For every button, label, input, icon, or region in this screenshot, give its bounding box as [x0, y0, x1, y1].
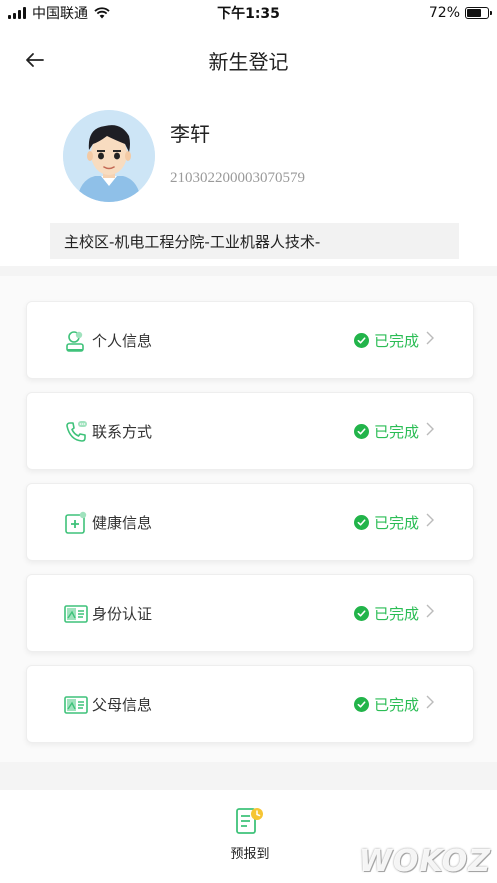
status-badge: 已完成	[353, 603, 419, 624]
chevron-right-icon	[426, 513, 434, 527]
status-badge: 已完成	[353, 330, 419, 351]
carrier-label: 中国联通	[32, 6, 88, 22]
phone-chat-icon	[66, 421, 87, 442]
health-plus-icon	[65, 511, 87, 534]
wifi-icon	[94, 7, 110, 19]
department-path: 主校区-机电工程分院-工业机器人技术-	[50, 223, 459, 259]
status-text: 已完成	[373, 605, 419, 623]
status-bar: 中国联通 下午1:35 72%	[0, 0, 497, 26]
item-contact-info[interactable]: 联系方式 已完成	[26, 392, 474, 470]
pre-report-tab[interactable]: 预报到	[218, 805, 282, 865]
chevron-right-icon	[426, 422, 434, 436]
item-label: 个人信息	[92, 332, 153, 350]
id-card-icon	[64, 605, 88, 623]
status-text: 已完成	[373, 332, 419, 350]
pre-report-label: 预报到	[230, 847, 270, 862]
check-circle-icon	[353, 333, 369, 348]
person-icon	[66, 331, 84, 352]
status-text: 已完成	[373, 696, 419, 714]
bottom-divider	[0, 762, 497, 790]
check-circle-icon	[353, 515, 369, 530]
status-badge: 已完成	[353, 694, 419, 715]
status-right: 72%	[428, 5, 492, 21]
item-health-info[interactable]: 健康信息 已完成	[26, 483, 474, 561]
check-circle-icon	[353, 424, 369, 439]
page-title: 新生登记	[208, 50, 289, 74]
battery-icon	[465, 7, 492, 19]
profile-section: 李轩 210302200003070579 主校区-机电工程分院-工业机器人技术…	[0, 100, 497, 265]
department-text: 主校区-机电工程分院-工业机器人技术-	[64, 232, 321, 251]
status-text: 已完成	[373, 423, 419, 441]
avatar-illustration	[63, 110, 155, 202]
checklist-clock-icon	[236, 808, 263, 834]
check-circle-icon	[353, 697, 369, 712]
item-identity-verification[interactable]: 身份认证 已完成	[26, 574, 474, 652]
avatar	[63, 110, 155, 202]
item-parent-info[interactable]: 父母信息 已完成	[26, 665, 474, 743]
battery-percent: 72%	[428, 5, 460, 21]
status-text: 已完成	[373, 514, 419, 532]
nav-header: 新生登记	[0, 34, 497, 86]
check-circle-icon	[353, 606, 369, 621]
item-label: 联系方式	[92, 423, 153, 441]
registration-list: 个人信息 已完成 联系方式 已完成 健康信息 已完成 身份认证 已完成 父母信息…	[0, 276, 497, 762]
chevron-right-icon	[426, 695, 434, 709]
status-badge: 已完成	[353, 512, 419, 533]
item-label: 父母信息	[92, 696, 153, 714]
student-name: 李轩	[170, 122, 210, 146]
item-personal-info[interactable]: 个人信息 已完成	[26, 301, 474, 379]
section-divider	[0, 266, 497, 276]
status-badge: 已完成	[353, 421, 419, 442]
status-left: 中国联通	[8, 3, 110, 23]
item-label: 健康信息	[92, 514, 153, 532]
student-id: 210302200003070579	[170, 170, 305, 186]
item-label: 身份认证	[92, 605, 153, 623]
id-card-icon	[64, 696, 88, 714]
chevron-right-icon	[426, 604, 434, 618]
chevron-right-icon	[426, 331, 434, 345]
watermark-text: WOKOZ	[358, 844, 491, 879]
signal-icon	[8, 7, 26, 19]
